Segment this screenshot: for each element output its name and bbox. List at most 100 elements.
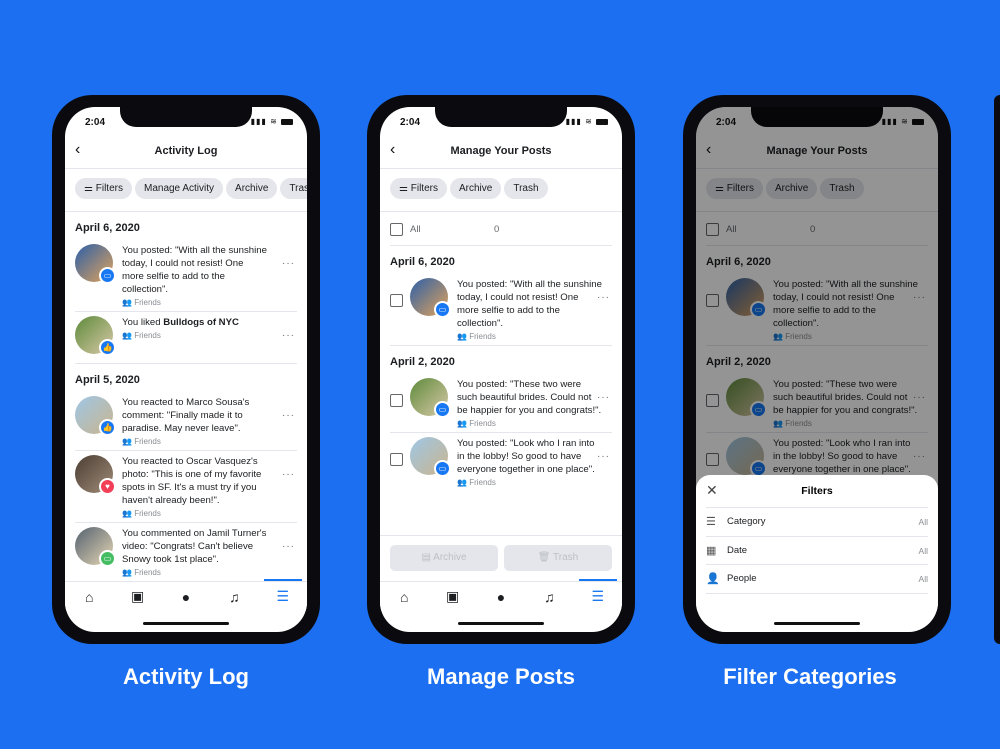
chip-label: Trash [513,183,539,194]
chip-trash[interactable]: Trash [280,178,307,199]
friends-icon: 👥 [457,478,470,487]
phone-3: 2:04 ▮▮▮ ≋ ‹ Manage Your Posts ⚌ Filters Arc… [683,95,951,644]
menu-icon[interactable]: ☰ [578,579,617,605]
list-item[interactable]: ♥ You reacted to Oscar Vasquez's photo: "… [75,451,297,523]
item-text-main: You posted: "These two were such beautif… [457,379,602,416]
watch-icon[interactable]: ▣ [123,588,153,605]
item-text: You commented on Jamil Turner's video: "… [122,527,267,566]
chip-label: Archive [235,183,269,194]
chip-archive[interactable]: Archive [226,178,278,199]
phone-screen: 2:04 ▮▮▮ ≋ ‹ Manage Your Posts ⚌ Filters Arc… [696,107,938,632]
back-icon[interactable]: ‹ [75,141,80,159]
profile-icon[interactable]: ● [171,589,201,605]
item-checkbox[interactable] [390,453,403,466]
thumbs-up-icon: 👍 [99,339,116,356]
audience-label: Friends [134,509,161,518]
audience-label: Friends [469,332,496,341]
chip-manage-activity[interactable]: Manage Activity [134,178,224,199]
date-heading: April 2, 2020 [390,356,455,368]
watch-icon[interactable]: ▣ [438,588,468,605]
notch [120,107,252,127]
friends-icon: 👥 [122,298,135,307]
page-title: Activity Log [154,145,218,157]
filter-sliders-icon: ⚌ [84,183,96,194]
audience: 👥 Friends [122,509,297,518]
more-options-icon[interactable]: ··· [282,330,295,341]
select-all-row[interactable]: All 0 [390,212,612,246]
home-icon[interactable]: ⌂ [74,589,104,605]
close-icon[interactable]: ✕ [706,482,718,499]
list-item[interactable]: ▭ You posted: "With all the sunshine toda… [390,274,612,346]
partial-phone [994,95,1000,644]
item-text: You posted: "These two were such beautif… [457,378,602,417]
list-item[interactable]: ▭ You posted: "These two were such beauti… [390,374,612,433]
chip-archive[interactable]: Archive [449,178,502,199]
more-options-icon[interactable]: ··· [282,469,295,480]
bulk-actions: ▤ Archive 🗑 Trash [380,535,622,581]
home-indicator [774,622,860,625]
more-options-icon[interactable]: ··· [282,410,295,421]
audience: 👥 Friends [122,437,297,446]
item-text-main: You reacted to Oscar Vasquez's photo: "T… [122,456,262,506]
item-text-main: You reacted to Marco Sousa's comment: "F… [122,397,250,434]
filter-row-people[interactable]: 👤 People All [706,565,928,594]
home-indicator [458,622,544,625]
list-item[interactable]: ▭ You posted: "Look who I ran into in the… [390,433,612,491]
chip-filters[interactable]: ⚌ Filters [75,178,132,199]
select-all-checkbox[interactable] [390,223,403,236]
battery-icon [596,118,608,125]
audience: 👥 Friends [122,331,297,340]
item-checkbox[interactable] [390,394,403,407]
more-options-icon[interactable]: ··· [282,258,295,269]
friends-icon: 👥 [122,568,135,577]
chip-label: Trash [289,183,307,194]
archive-button[interactable]: ▤ Archive [390,545,498,571]
menu-icon[interactable]: ☰ [263,579,302,605]
chip-trash[interactable]: Trash [504,178,548,199]
heart-icon: ♥ [99,478,116,495]
page-title: Manage Your Posts [450,145,552,157]
date-heading: April 5, 2020 [75,374,140,386]
filter-label: Category [727,516,766,527]
audience: 👥 Friends [122,298,297,307]
bell-icon[interactable]: ♫ [219,589,249,605]
trash-button[interactable]: 🗑 Trash [504,545,612,571]
more-options-icon[interactable]: ··· [282,541,295,552]
audience-label: Friends [469,478,496,487]
more-options-icon[interactable]: ··· [597,451,610,462]
phone-screen: 2:04 ▮▮▮ ≋ ‹ Activity Log ⚌ Filters Manage A… [65,107,307,632]
wifi-icon: ≋ [270,117,281,126]
more-options-icon[interactable]: ··· [597,292,610,303]
notch [435,107,567,127]
signal-icon: ▮▮▮ [565,117,586,126]
profile-icon[interactable]: ● [486,589,516,605]
more-options-icon[interactable]: ··· [597,392,610,403]
chip-filters[interactable]: ⚌ Filters [390,178,447,199]
item-text-main: You posted: "With all the sunshine today… [122,245,267,295]
filter-row-date[interactable]: ▦ Date All [706,537,928,565]
list-item[interactable]: 👍 You liked Bulldogs of NYC 👥 Friends ··· [75,312,297,364]
bell-icon[interactable]: ♫ [534,589,564,605]
friends-icon: 👥 [457,332,470,341]
home-icon[interactable]: ⌂ [389,589,419,605]
filter-row-category[interactable]: ☰ Category All [706,508,928,537]
activity-list: All 0 April 6, 2020 ▭ You posted: "With all … [380,212,622,491]
audience: 👥 Friends [457,332,612,341]
item-text-main: You posted: "With all the sunshine today… [457,279,602,329]
item-text-bold[interactable]: Bulldogs of NYC [163,317,239,328]
back-icon[interactable]: ‹ [390,141,395,159]
list-item[interactable]: ▭ You posted: "With all the sunshine toda… [75,240,297,312]
header: ‹ Manage Your Posts [380,135,622,169]
date-heading: April 6, 2020 [390,256,455,268]
button-label: Archive [433,552,467,563]
item-checkbox[interactable] [390,294,403,307]
caption: Filter Categories [723,664,897,689]
sheet-title: Filters [801,485,833,497]
list-item[interactable]: ▭ You commented on Jamil Turner's video: … [75,523,297,581]
date-heading: April 6, 2020 [75,222,140,234]
list-item[interactable]: 👍 You reacted to Marco Sousa's comment: "… [75,392,297,451]
caption: Activity Log [123,664,249,689]
home-indicator [143,622,229,625]
comment-icon: ▭ [434,301,451,318]
friends-icon: 👥 [122,509,135,518]
